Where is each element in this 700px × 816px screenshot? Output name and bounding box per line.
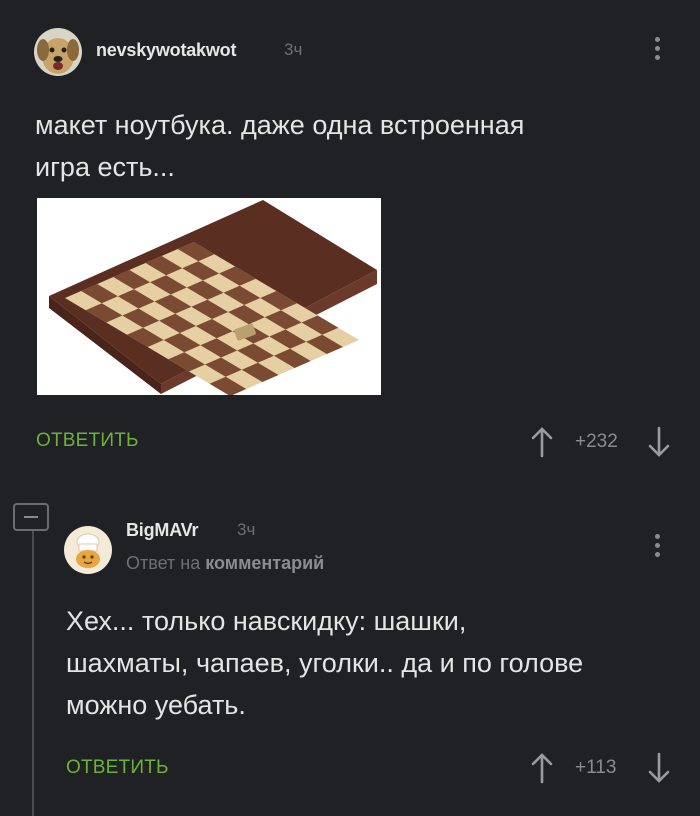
reply-button[interactable]: ОТВЕТИТЬ (36, 430, 139, 452)
thread-line (32, 530, 34, 816)
chessboard-image[interactable] (37, 198, 381, 395)
comment-text-line: можно уебать. (66, 690, 246, 720)
chef-avatar-icon[interactable] (64, 526, 112, 574)
comment-text: макет ноутбука. даже одна встроенная игр… (35, 104, 524, 188)
collapse-thread-button[interactable] (13, 503, 49, 531)
downvote-arrow-icon[interactable] (647, 426, 671, 458)
comment-author[interactable]: BigMAVr (126, 520, 198, 541)
comment-time: 3ч (237, 520, 256, 539)
upvote-arrow-icon[interactable] (530, 752, 554, 784)
more-options-icon[interactable] (647, 35, 667, 65)
comment-time: 3ч (284, 40, 303, 59)
comment-text-line: макет ноутбука. даже одна встроенная (35, 110, 525, 140)
rating-value: +232 (575, 431, 618, 452)
comment-text: Хех... только навскидку: шашки, шахматы,… (66, 600, 583, 726)
dog-avatar-icon[interactable] (34, 28, 82, 76)
reply-button[interactable]: ОТВЕТИТЬ (66, 757, 169, 779)
comment-text-line: Хех... только навскидку: шашки, (66, 606, 467, 636)
comment-text-line: игра есть... (35, 152, 175, 182)
reply-to-link[interactable]: комментарий (205, 553, 324, 573)
upvote-arrow-icon[interactable] (530, 426, 554, 458)
comment-author[interactable]: nevskywotakwot (96, 40, 236, 61)
comment-text-line: шахматы, чапаев, уголки.. да и по голове (66, 648, 584, 678)
more-options-icon[interactable] (647, 532, 667, 562)
reply-to-line: Ответ на комментарий (126, 553, 324, 574)
rating-value: +113 (575, 757, 617, 778)
downvote-arrow-icon[interactable] (647, 752, 671, 784)
reply-to-prefix: Ответ на (126, 553, 201, 573)
